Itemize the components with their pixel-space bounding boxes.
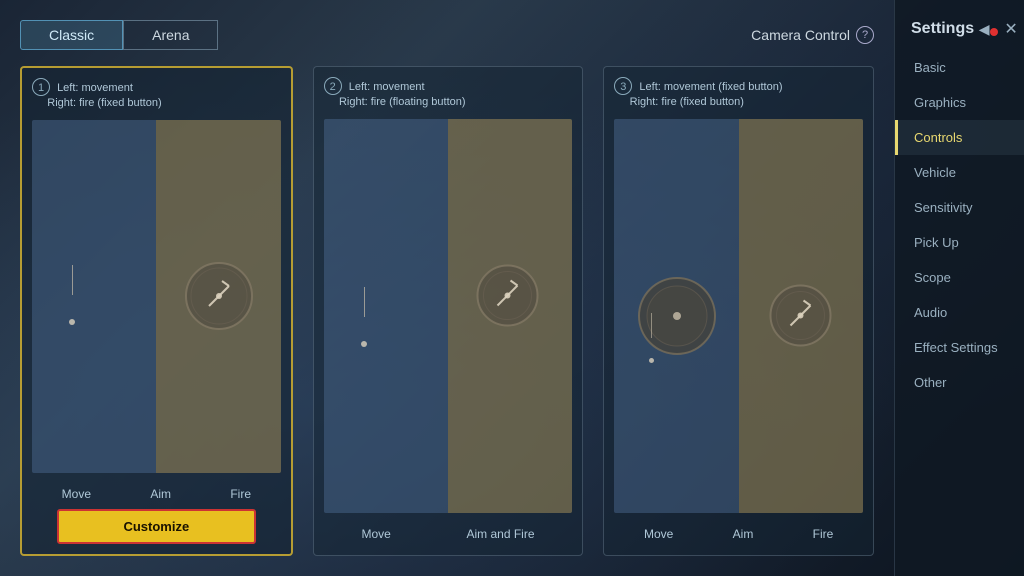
close-button[interactable] <box>998 16 1024 42</box>
option-2-left-area <box>324 119 448 513</box>
option-3-preview <box>614 119 863 513</box>
option-2-preview <box>324 119 573 513</box>
sidebar-item-basic[interactable]: Basic <box>895 50 1024 85</box>
customize-button[interactable]: Customize <box>57 509 256 544</box>
aim-circle-3 <box>768 283 833 348</box>
option-2-footer: Move Aim and Fire <box>324 521 573 545</box>
option-1-left-area <box>32 120 156 473</box>
option-1-footer-fire: Fire <box>230 487 251 501</box>
tab-arena[interactable]: Arena <box>123 20 218 50</box>
sidebar-item-controls[interactable]: Controls <box>895 120 1024 155</box>
camera-control-label: Camera Control <box>751 27 850 43</box>
sidebar-item-scope[interactable]: Scope <box>895 260 1024 295</box>
question-icon[interactable]: ? <box>856 26 874 44</box>
sidebar-title: Settings <box>911 20 974 38</box>
option-2-label: 2 Left: movement Right: fire (floating b… <box>324 77 573 111</box>
joystick-dot-2 <box>361 341 367 347</box>
option-1-label: 1 Left: movement Right: fire (fixed butt… <box>32 78 281 112</box>
joystick-line-3 <box>651 313 652 338</box>
option-2-number: 2 <box>324 77 342 95</box>
move-circle-3 <box>637 276 717 356</box>
joystick-dot-3 <box>649 358 654 363</box>
tab-classic[interactable]: Classic <box>20 20 123 50</box>
tabs-row: Classic Arena Camera Control ? <box>20 20 874 50</box>
joystick-dot <box>69 319 75 325</box>
sidebar-item-effects[interactable]: Effect Settings <box>895 330 1024 365</box>
main-container: Classic Arena Camera Control ? 1 Left: m… <box>0 0 1024 576</box>
content-area: Classic Arena Camera Control ? 1 Left: m… <box>0 0 894 576</box>
option-2-right-area <box>448 119 572 513</box>
option-card-2[interactable]: 2 Left: movement Right: fire (floating b… <box>313 66 584 556</box>
option-card-1[interactable]: 1 Left: movement Right: fire (fixed butt… <box>20 66 293 556</box>
option-2-footer-move: Move <box>361 527 390 541</box>
sidebar-item-other[interactable]: Other <box>895 365 1024 400</box>
option-1-preview <box>32 120 281 473</box>
option-3-right-area <box>739 119 863 513</box>
camera-control: Camera Control ? <box>751 26 874 44</box>
notification-dot <box>990 28 998 36</box>
option-1-number: 1 <box>32 78 50 96</box>
sidebar-item-graphics[interactable]: Graphics <box>895 85 1024 120</box>
sidebar-item-pickup[interactable]: Pick Up <box>895 225 1024 260</box>
option-3-label: 3 Left: movement (fixed button) Right: f… <box>614 77 863 111</box>
option-1-footer-aim: Aim <box>150 487 171 501</box>
aim-circle-2 <box>475 264 540 329</box>
aim-circle-1 <box>184 261 254 331</box>
option-3-footer-fire: Fire <box>813 527 834 541</box>
options-row: 1 Left: movement Right: fire (fixed butt… <box>20 66 874 556</box>
option-3-left-area <box>614 119 738 513</box>
sidebar-header: Settings ◀ <box>895 8 1024 56</box>
option-1-right-area <box>156 120 280 473</box>
option-1-footer-move: Move <box>62 487 91 501</box>
option-3-number: 3 <box>614 77 632 95</box>
sidebar-item-sensitivity[interactable]: Sensitivity <box>895 190 1024 225</box>
option-3-footer-move: Move <box>644 527 673 541</box>
joystick-line <box>72 265 73 295</box>
sidebar-item-audio[interactable]: Audio <box>895 295 1024 330</box>
option-3-footer-aim: Aim <box>733 527 754 541</box>
joystick-line-2 <box>364 287 365 317</box>
option-1-footer: Move Aim Fire <box>32 481 281 505</box>
option-card-3[interactable]: 3 Left: movement (fixed button) Right: f… <box>603 66 874 556</box>
option-3-footer: Move Aim Fire <box>614 521 863 545</box>
sidebar: Settings ◀ Basic Graphics Controls Vehic… <box>894 0 1024 576</box>
sidebar-item-vehicle[interactable]: Vehicle <box>895 155 1024 190</box>
option-2-footer-aim-fire: Aim and Fire <box>466 527 534 541</box>
